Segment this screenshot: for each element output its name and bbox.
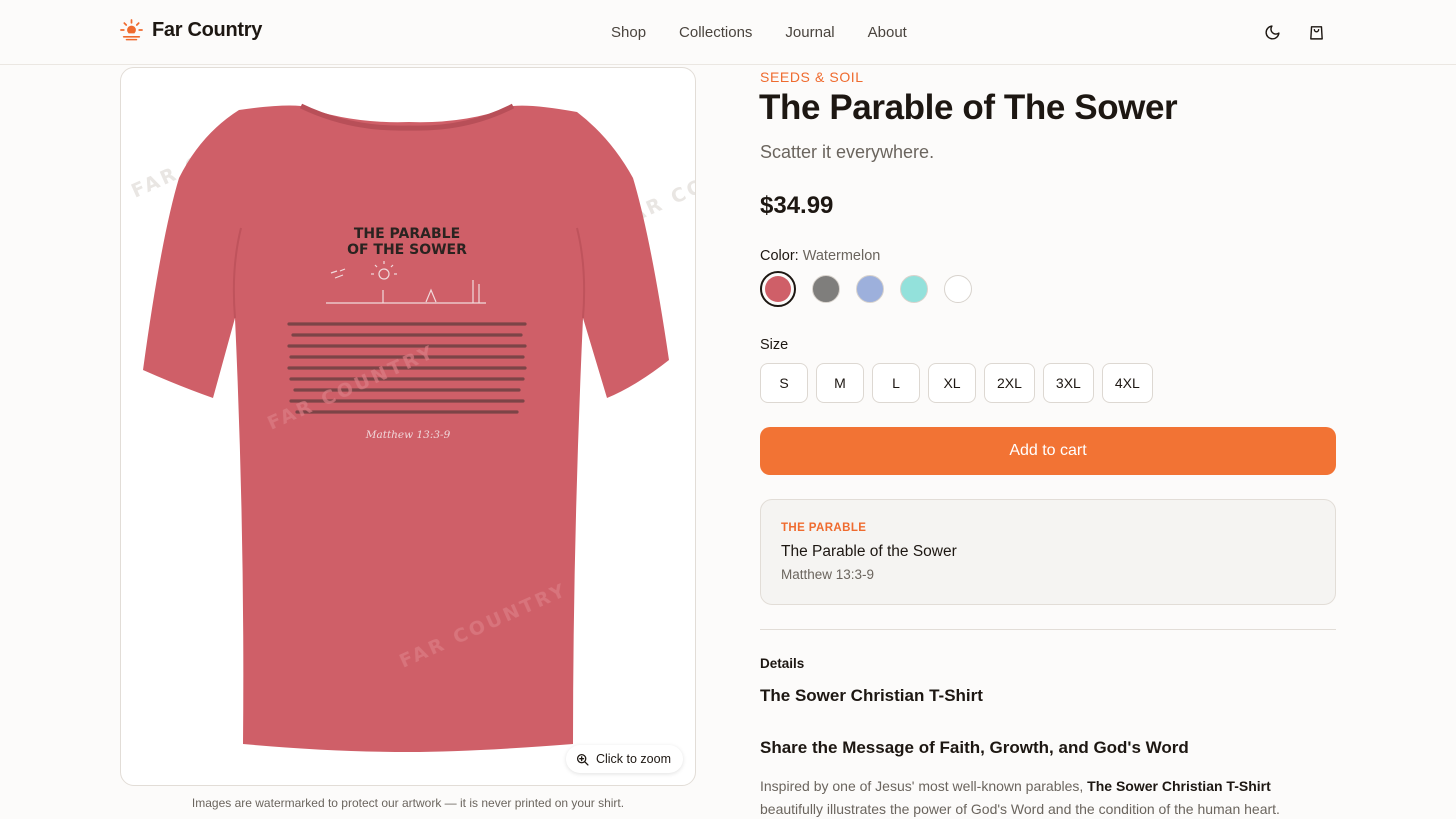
details-paragraph: Inspired by one of Jesus' most well-know… bbox=[760, 775, 1336, 819]
print-title: OF THE SOWER bbox=[347, 242, 467, 258]
brand-name: Far Country bbox=[152, 18, 263, 41]
size-option-xl[interactable]: XL bbox=[928, 363, 976, 403]
color-swatch-watermelon[interactable] bbox=[760, 271, 796, 307]
zoom-label: Click to zoom bbox=[595, 752, 671, 766]
nav-about[interactable]: About bbox=[868, 24, 907, 41]
cart-button[interactable] bbox=[1306, 22, 1326, 42]
nav-collections[interactable]: Collections bbox=[679, 24, 752, 41]
details-heading: The Sower Christian T-Shirt bbox=[760, 686, 983, 705]
brand-logo[interactable]: Far Country bbox=[120, 18, 262, 42]
size-option-m[interactable]: M bbox=[816, 363, 864, 403]
theme-toggle-button[interactable] bbox=[1262, 22, 1282, 42]
nav-journal[interactable]: Journal bbox=[785, 24, 834, 41]
selected-color-name: Watermelon bbox=[802, 248, 881, 264]
parable-title: The Parable of the Sower bbox=[781, 543, 957, 560]
details-subheading: Share the Message of Faith, Growth, and … bbox=[760, 738, 1189, 757]
product-image: FAR COUNTRY FAR COUNTRY THE PARABLE OF T… bbox=[128, 103, 695, 752]
main-nav: Shop Collections Journal About bbox=[611, 24, 907, 41]
add-to-cart-button[interactable]: Add to cart bbox=[760, 427, 1336, 475]
size-option-2xl[interactable]: 2XL bbox=[984, 363, 1035, 403]
nav-shop[interactable]: Shop bbox=[611, 24, 646, 41]
print-title: THE PARABLE bbox=[354, 226, 460, 242]
collection-label[interactable]: SEEDS & SOIL bbox=[760, 69, 864, 85]
moon-icon bbox=[1265, 24, 1280, 39]
product-tagline: Scatter it everywhere. bbox=[760, 142, 935, 162]
print-reference: Matthew 13:3-9 bbox=[365, 429, 451, 441]
details-paragraph-bold: The Sower Christian T-Shirt bbox=[1087, 778, 1271, 794]
size-option-l[interactable]: L bbox=[872, 363, 920, 403]
parable-card: THE PARABLE The Parable of the Sower Mat… bbox=[760, 499, 1336, 605]
color-label: Color: Watermelon bbox=[760, 248, 880, 264]
size-option-s[interactable]: S bbox=[760, 363, 808, 403]
color-label-text: Color: bbox=[760, 248, 799, 264]
product-price: $34.99 bbox=[760, 192, 834, 219]
color-swatches bbox=[760, 271, 972, 307]
size-option-3xl[interactable]: 3XL bbox=[1042, 363, 1094, 403]
size-option-4xl[interactable]: 4XL bbox=[1101, 363, 1153, 403]
color-swatch-white[interactable] bbox=[944, 275, 972, 303]
sunrise-logo-icon bbox=[120, 19, 143, 41]
section-divider bbox=[760, 629, 1336, 630]
size-label: Size bbox=[760, 337, 789, 353]
shopping-bag-icon bbox=[1309, 25, 1323, 40]
color-swatch-aqua[interactable] bbox=[900, 275, 928, 303]
details-paragraph-lead: Inspired by one of Jesus' most well-know… bbox=[760, 778, 1084, 794]
product-title: The Parable of The Sower bbox=[759, 88, 1178, 127]
details-label: Details bbox=[760, 656, 805, 671]
color-swatch-blue[interactable] bbox=[856, 275, 884, 303]
image-caption: Images are watermarked to protect our ar… bbox=[191, 796, 625, 810]
product-image-panel[interactable]: FAR COUNTRY FAR COUNTRY THE PARABLE OF T… bbox=[120, 67, 696, 786]
zoom-in-icon bbox=[576, 753, 589, 766]
parable-eyebrow: THE PARABLE bbox=[781, 522, 867, 534]
zoom-button[interactable]: Click to zoom bbox=[565, 745, 683, 773]
size-options: S M L XL 2XL 3XL 4XL bbox=[760, 363, 1153, 403]
details-paragraph-rest: beautifully illustrates the power of God… bbox=[760, 801, 1280, 817]
site-header: Far Country Shop Collections Journal Abo… bbox=[0, 0, 1456, 65]
parable-reference: Matthew 13:3-9 bbox=[781, 567, 875, 582]
color-swatch-grey[interactable] bbox=[812, 275, 840, 303]
